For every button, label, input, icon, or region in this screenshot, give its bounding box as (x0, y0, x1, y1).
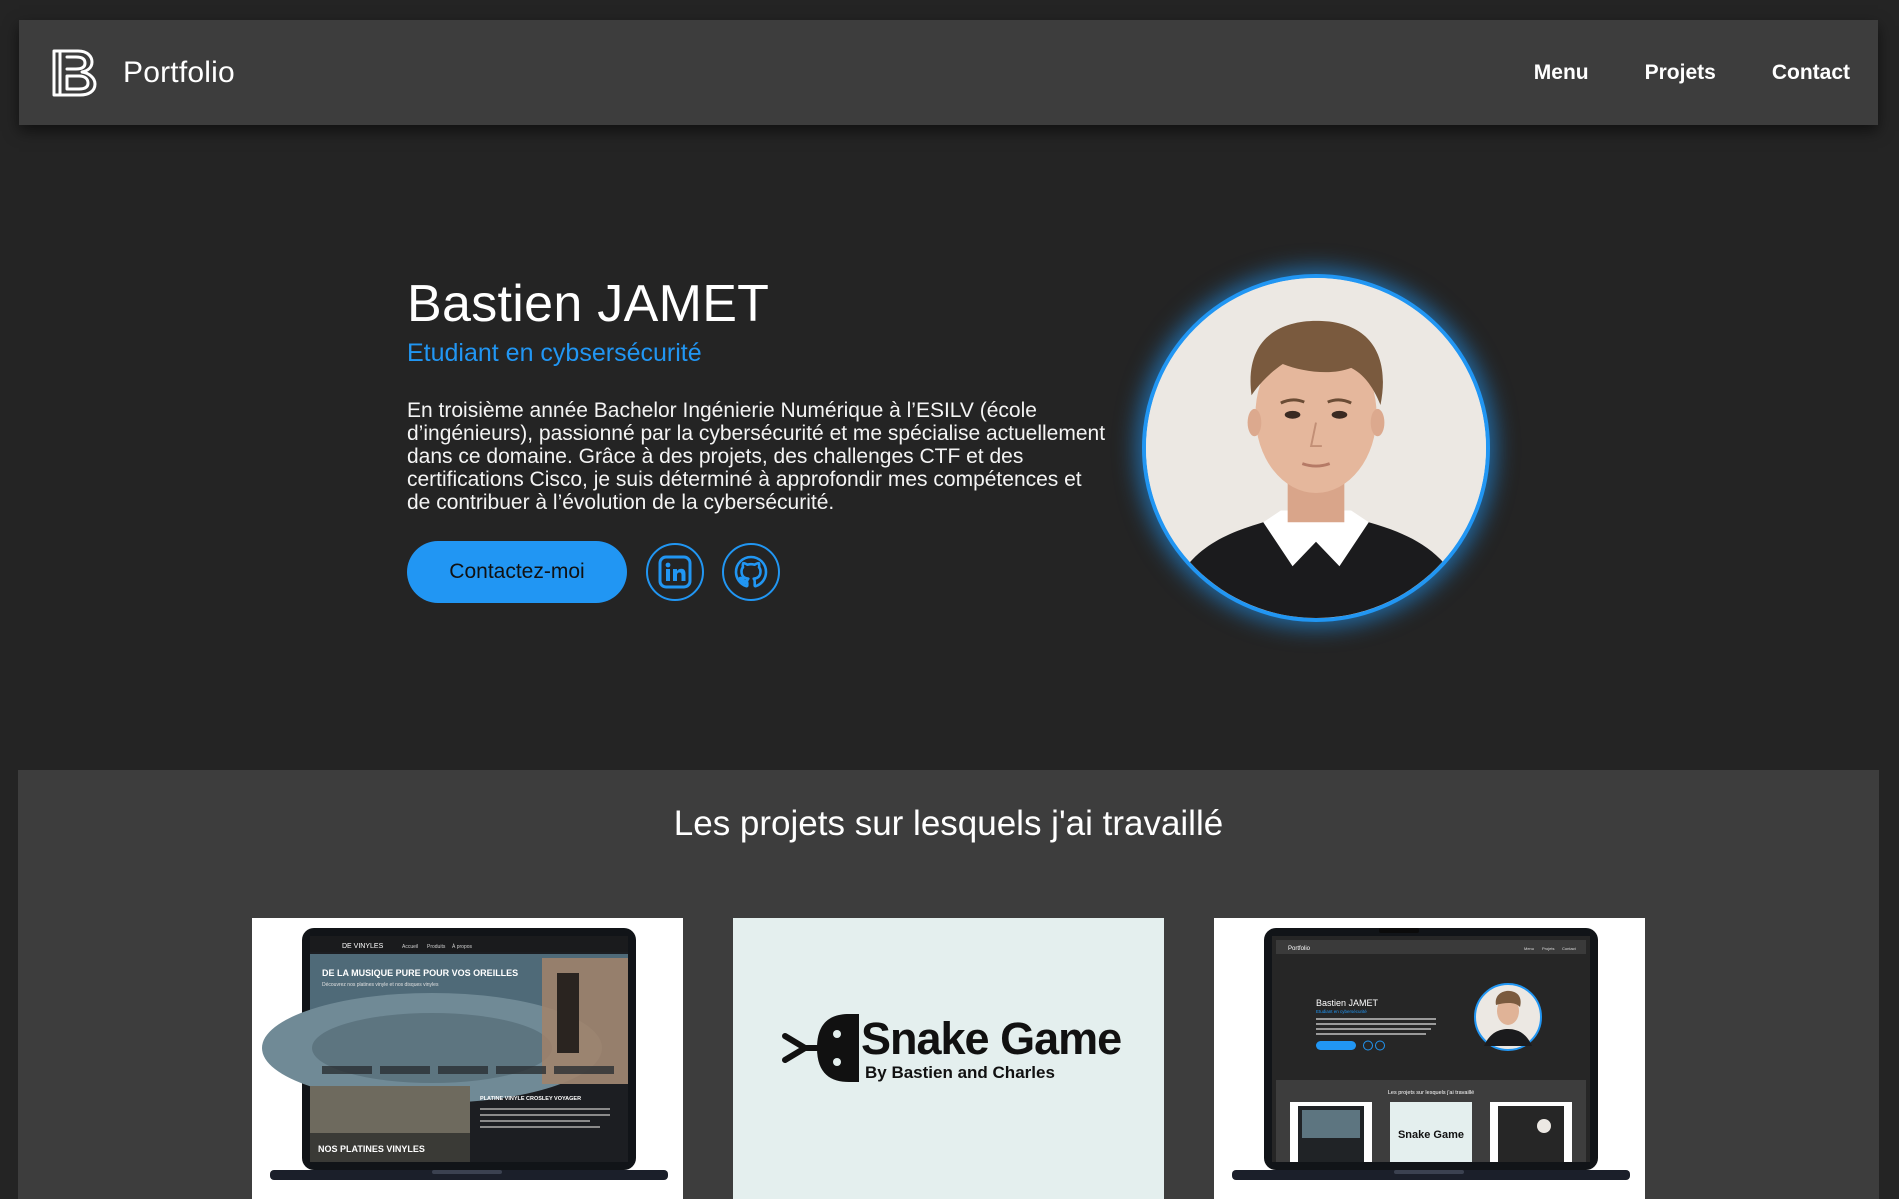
github-icon (734, 555, 768, 588)
mock-vinyl-nav-3: À propos (452, 943, 473, 950)
hero-role: Etudiant en cybsersécurité (407, 339, 702, 368)
navbar: Portfolio Menu Projets Contact (19, 20, 1878, 125)
brand-title: Portfolio (123, 55, 235, 89)
linkedin-button[interactable] (646, 543, 704, 602)
hero-actions: Contactez-moi (407, 541, 1107, 604)
mock-portfolio-role: Etudiant en cybersécurité (1316, 1009, 1367, 1014)
project-card-snake-game[interactable]: Snake Game By Bastien and Charles (733, 918, 1164, 1199)
projects-section: Les projets sur lesquels j'ai travaillé … (18, 770, 1879, 1199)
contact-button[interactable]: Contactez-moi (407, 541, 627, 604)
snake-game-logo: Snake Game By Bastien and Charles (733, 918, 1164, 1199)
snake-game-subtitle: By Bastien and Charles (865, 1063, 1055, 1082)
portrait-photo (1146, 278, 1486, 618)
mock-portfolio-snake: Snake Game (1398, 1129, 1464, 1141)
mock-portfolio-nav-3: Contact (1562, 946, 1577, 951)
linkedin-icon (658, 555, 692, 589)
vinyles-laptop-mockup: DE VINYLES Accueil Produits À propos DE … (252, 918, 683, 1199)
mock-portfolio-projects-title: Les projets sur lesquels j'ai travaillé (1388, 1090, 1474, 1096)
mock-portfolio-nav-2: Projets (1542, 946, 1554, 951)
nav-links: Menu Projets Contact (1534, 61, 1850, 85)
b-monogram-logo[interactable] (50, 47, 98, 99)
projects-title: Les projets sur lesquels j'ai travaillé (673, 804, 1224, 843)
mock-portfolio-brand: Portfolio (1288, 946, 1311, 952)
snake-game-title: Snake Game (861, 1013, 1121, 1064)
nav-link-contact[interactable]: Contact (1772, 61, 1850, 85)
mock-portfolio-nav-1: Menu (1524, 946, 1534, 951)
mock-portfolio-name: Bastien JAMET (1316, 998, 1379, 1008)
mock-vinyl-nav-1: Accueil (402, 944, 418, 950)
portfolio-laptop-mockup: Portfolio Menu Projets Contact Bastien J… (1214, 918, 1645, 1199)
mock-vinyl-brand: DE VINYLES (342, 943, 384, 950)
project-card-vinyles[interactable]: DE VINYLES Accueil Produits À propos DE … (252, 918, 683, 1199)
avatar (1142, 274, 1490, 622)
github-button[interactable] (722, 543, 780, 602)
mock-vinyl-subline: Découvrez nos platines vinyle et nos dis… (322, 982, 439, 988)
hero-name: Bastien JAMET (407, 275, 770, 333)
mock-vinyl-banner: NOS PLATINES VINYLES (318, 1144, 425, 1154)
hero-section: Bastien JAMET Etudiant en cybsersécurité… (407, 275, 1107, 604)
nav-link-projets[interactable]: Projets (1645, 61, 1716, 85)
project-card-portfolio[interactable]: Portfolio Menu Projets Contact Bastien J… (1214, 918, 1645, 1199)
mock-vinyl-product: PLATINE VINYLE CROSLEY VOYAGER (480, 1096, 581, 1102)
mock-vinyl-nav-2: Produits (427, 944, 446, 950)
hero-description: En troisième année Bachelor Ingénierie N… (407, 399, 1106, 515)
mock-vinyl-headline: DE LA MUSIQUE PURE POUR VOS OREILLES (322, 968, 518, 978)
nav-link-menu[interactable]: Menu (1534, 61, 1589, 85)
